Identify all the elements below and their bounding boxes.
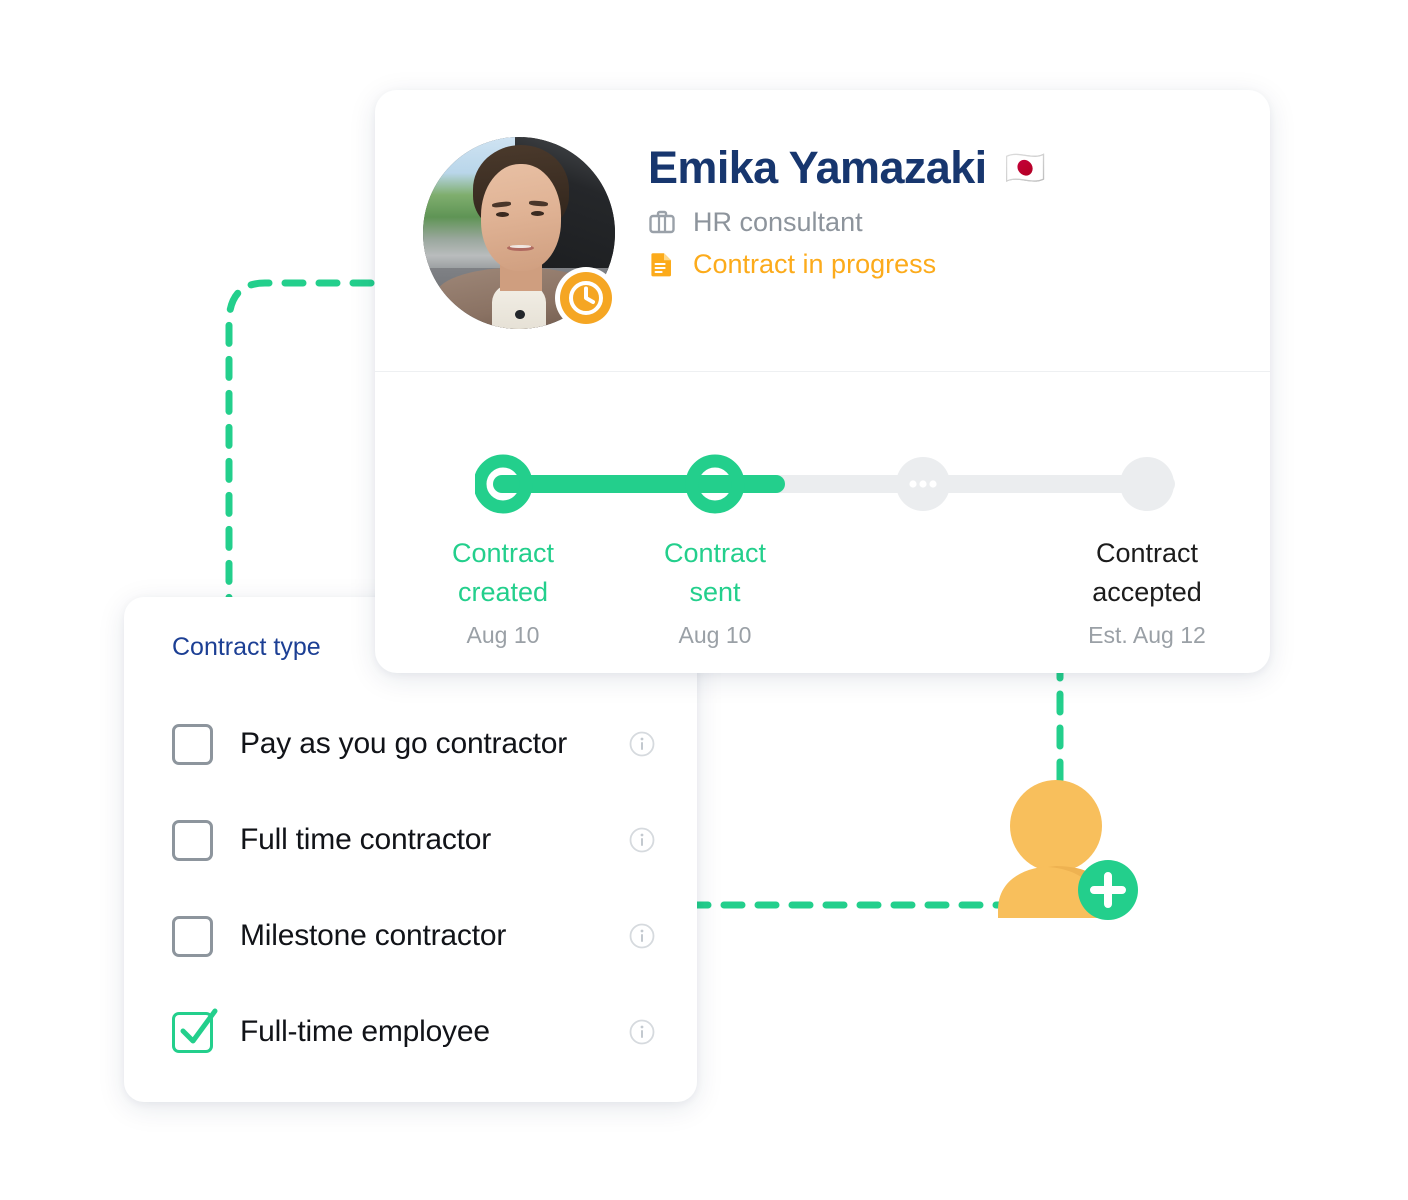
timeline-step-date: Est. Aug 12: [1088, 622, 1206, 649]
connector-contract-panel-to-add-user: [690, 901, 1020, 909]
contract-progress-timeline: Contract created Aug 10 Contract sent Au…: [375, 372, 1270, 672]
info-icon[interactable]: [629, 1019, 655, 1045]
contract-option-label: Milestone contractor: [240, 919, 507, 952]
timeline-step-contract-accepted: Contract accepted Est. Aug 12: [1052, 534, 1242, 649]
contract-option-pay-as-you-go[interactable]: Pay as you go contractor: [172, 696, 655, 792]
info-icon[interactable]: [629, 923, 655, 949]
add-user-icon[interactable]: [990, 780, 1145, 925]
timeline-step-date: Aug 10: [466, 622, 540, 649]
profile-role: HR consultant: [693, 206, 863, 237]
checkbox-full-time-employee[interactable]: [172, 1008, 218, 1053]
timeline-step-date: Aug 10: [678, 622, 752, 649]
contract-option-label: Full-time employee: [240, 1015, 490, 1048]
japan-flag-icon: 🇯🇵: [1004, 149, 1046, 186]
timeline-step-title: Contract accepted: [1092, 538, 1202, 608]
timeline-step-title: Contract sent: [663, 538, 767, 608]
profile-status-row: Contract in progress: [648, 250, 1046, 278]
checkmark-icon: [180, 1008, 218, 1043]
profile-status: Contract in progress: [693, 248, 937, 279]
profile-role-row: HR consultant: [648, 208, 1046, 236]
info-icon[interactable]: [629, 827, 655, 853]
timeline-labels: Contract created Aug 10 Contract sent Au…: [375, 534, 1270, 654]
timeline-step-contract-sent: Contract sent Aug 10: [620, 534, 810, 649]
checkbox-full-time-contractor[interactable]: [172, 819, 213, 861]
illustration-canvas: Contract type Pay as you go contractor F…: [0, 0, 1408, 1200]
employee-profile-card: Emika Yamazaki 🇯🇵 HR consultant Contract…: [375, 90, 1270, 673]
contract-option-full-time-contractor[interactable]: Full time contractor: [172, 792, 655, 888]
profile-info: Emika Yamazaki 🇯🇵 HR consultant Contract…: [615, 137, 1046, 278]
avatar-wrap: [423, 137, 617, 329]
clock-icon: [555, 267, 617, 329]
timeline-track: [475, 454, 1175, 514]
contract-option-label: Full time contractor: [240, 823, 492, 856]
info-icon[interactable]: [629, 731, 655, 757]
timeline-step-title: Contract created: [451, 538, 555, 608]
contract-option-milestone-contractor[interactable]: Milestone contractor: [172, 888, 655, 984]
contract-option-label: Pay as you go contractor: [240, 727, 568, 760]
checkbox-pay-as-you-go[interactable]: [172, 723, 213, 765]
timeline-step-contract-created: Contract created Aug 10: [408, 534, 598, 649]
checkbox-milestone-contractor[interactable]: [172, 915, 213, 957]
profile-name: Emika Yamazaki: [648, 142, 987, 193]
contract-option-full-time-employee[interactable]: Full-time employee: [172, 984, 655, 1080]
briefcase-icon: [649, 210, 675, 234]
profile-header: Emika Yamazaki 🇯🇵 HR consultant Contract…: [375, 90, 1270, 371]
document-icon: [651, 253, 671, 277]
profile-name-row: Emika Yamazaki 🇯🇵: [648, 145, 1046, 190]
